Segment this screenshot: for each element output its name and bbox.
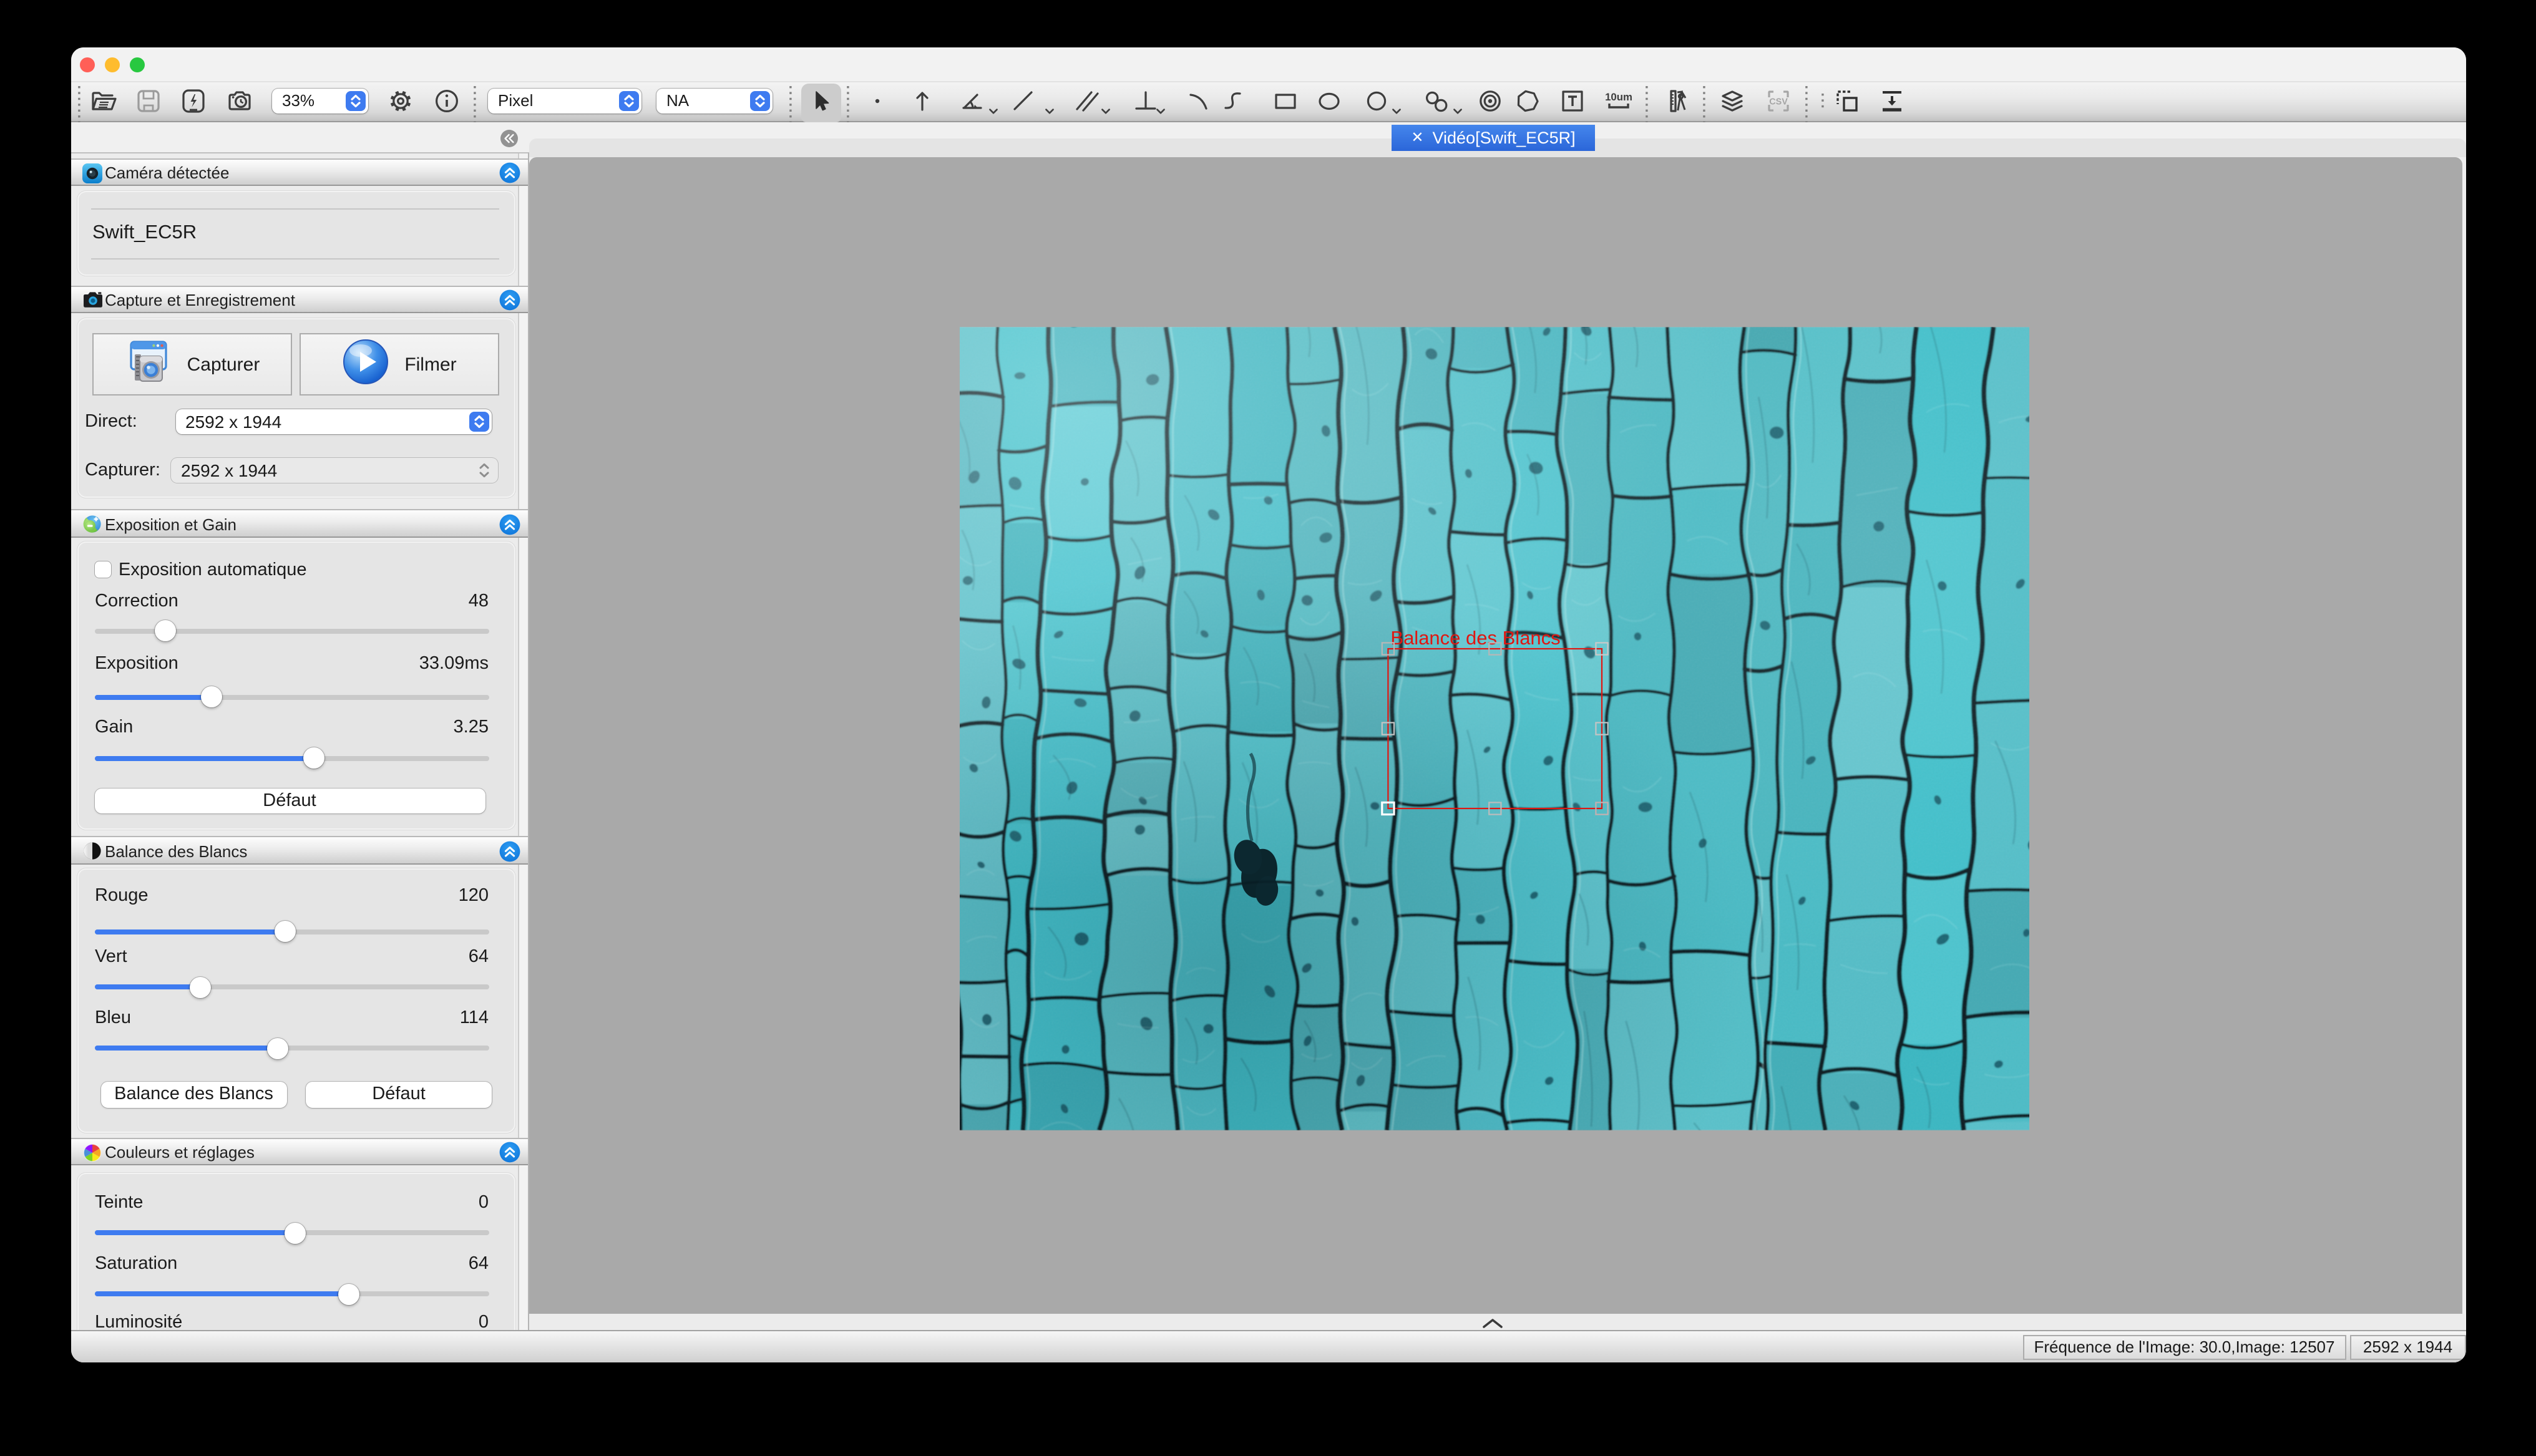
- svg-text:CSV: CSV: [1769, 97, 1788, 107]
- svg-text:10um: 10um: [1604, 91, 1632, 103]
- svg-text:Balance des Blancs: Balance des Blancs: [1390, 626, 1559, 648]
